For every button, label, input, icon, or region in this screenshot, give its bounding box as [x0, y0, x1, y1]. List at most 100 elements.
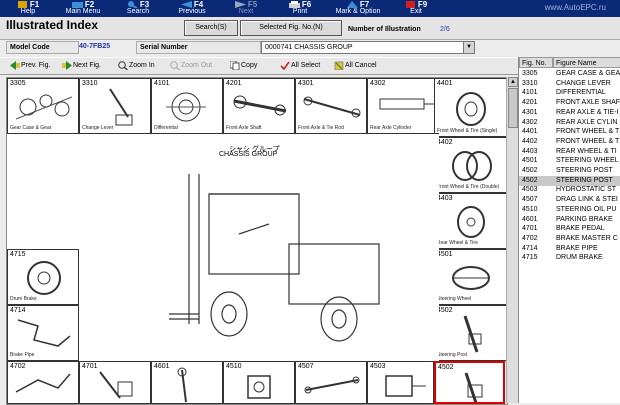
table-row[interactable]: 4301 REAR AXLE & TIE-I — [519, 108, 620, 118]
figure-name-cell: BRAKE MASTER C — [556, 234, 618, 242]
table-row[interactable]: 4701 BRAKE PEDAL — [519, 224, 620, 234]
search-icon — [127, 1, 138, 9]
f1-help-button[interactable]: F1 Help — [8, 0, 48, 17]
zoom-in-button[interactable]: Zoom In — [118, 59, 155, 72]
all-select-button[interactable]: All Select — [280, 59, 320, 72]
figure-thumbnail-4302[interactable]: 4302 Rear Axle Cylinder — [367, 78, 439, 134]
figure-thumbnail-3310[interactable]: 3310 Change Lever — [79, 78, 151, 134]
chevron-down-icon[interactable]: ▼ — [463, 42, 474, 53]
help-icon — [17, 1, 28, 8]
figure-name-cell: STEERING POST — [556, 176, 613, 184]
f5-next-button[interactable]: F5 Next — [226, 0, 266, 17]
f4-previous-button[interactable]: F4 Previous — [172, 0, 212, 17]
all-cancel-button[interactable]: All Cancel — [334, 59, 377, 72]
fig-no-cell: 3310 — [522, 79, 538, 87]
fig-no-cell: 3305 — [522, 70, 538, 77]
figure-thumbnail-4507[interactable]: 4507 — [295, 361, 367, 404]
figure-thumbnail-4101[interactable]: 4101 Differential — [151, 78, 223, 134]
figure-thumbnail-4502-selected[interactable]: 4502 — [434, 361, 505, 404]
table-row[interactable]: 4502 STEERING POST — [519, 166, 620, 176]
fig-no-cell: 4502 — [522, 176, 538, 184]
figure-name-cell: REAR AXLE CYLIN — [556, 118, 618, 126]
figure-name-cell: REAR WHEEL & TI — [556, 147, 617, 155]
figure-thumbnail-4510[interactable]: 4510 — [223, 361, 295, 404]
table-row[interactable]: 4702 BRAKE MASTER C — [519, 234, 620, 244]
column-header-fig-no[interactable]: Fig. No. — [519, 57, 553, 68]
table-row[interactable]: 4101 DIFFERENTIAL — [519, 88, 620, 98]
fig-no-cell: 4501 — [522, 157, 538, 165]
copy-button[interactable]: Copy — [229, 59, 257, 72]
illustration-canvas[interactable]: 3305 Gear Case & Gear 3310 Change Lever … — [6, 77, 508, 405]
fig-no-cell: 4101 — [522, 89, 538, 97]
figure-name-cell: DRUM BRAKE — [556, 254, 603, 262]
figure-name-cell: REAR AXLE & TIE-I — [556, 108, 619, 116]
figure-toolbar: Prev. Fig. Next Fig. Zoom In Zoom Out Co… — [0, 57, 518, 75]
figure-thumbnail-3305[interactable]: 3305 Gear Case & Gear — [7, 78, 79, 134]
f7-mark-option-button[interactable]: F7 Mark & Option — [332, 0, 384, 17]
figure-thumbnail-4715[interactable]: 4715 Drum Brake — [7, 249, 79, 305]
figure-name-cell: DIFFERENTIAL — [556, 89, 606, 97]
function-key-bar: F1 Help F2 Main Menu F3 Search F4 Previo… — [0, 0, 620, 17]
table-row[interactable]: 4403 REAR WHEEL & TI — [519, 147, 620, 157]
table-row[interactable]: 3305 GEAR CASE & GEA — [519, 69, 620, 79]
zoom-out-button[interactable]: Zoom Out — [170, 59, 212, 72]
figure-thumbnail-4501[interactable]: 4501 Steering Wheel — [434, 249, 507, 305]
illustration-title: CHASSIS GROUP — [219, 151, 278, 158]
selected-fig-button[interactable]: Selected Fig. No.(N) — [240, 20, 342, 36]
figure-name-cell: DRAG LINK & STEI — [556, 196, 618, 204]
scroll-up-icon[interactable]: ▲ — [508, 77, 518, 87]
table-row[interactable]: 4510 STEERING OIL PU — [519, 205, 620, 215]
column-header-figure-name[interactable]: Figure Name — [553, 57, 620, 68]
f9-exit-button[interactable]: F9 Exit — [396, 0, 436, 17]
table-row[interactable]: 4601 PARKING BRAKE — [519, 215, 620, 225]
f3-search-button[interactable]: F3 Search — [118, 0, 158, 17]
figure-name-cell: FRONT WHEEL & T — [556, 128, 620, 136]
fig-no-cell: 4401 — [522, 128, 538, 136]
figure-name-cell: PARKING BRAKE — [556, 215, 613, 223]
fig-no-cell: 4701 — [522, 225, 538, 233]
figure-thumbnail-4503[interactable]: 4503 — [367, 361, 434, 404]
figure-thumbnail-4702[interactable]: 4702 — [7, 361, 79, 404]
figure-thumbnail-4301[interactable]: 4301 Front Axle & Tie Rod — [295, 78, 367, 134]
prev-fig-button[interactable]: Prev. Fig. — [10, 59, 50, 72]
fig-no-cell: 4302 — [522, 118, 538, 126]
figure-name-cell: FRONT AXLE SHAF — [556, 99, 620, 107]
forklift-drawing-icon — [169, 174, 380, 342]
print-icon — [288, 1, 300, 8]
f2-main-menu-button[interactable]: F2 Main Menu — [60, 0, 106, 17]
all-cancel-icon — [334, 61, 344, 70]
zoom-out-icon — [170, 60, 180, 71]
table-row[interactable]: 4201 FRONT AXLE SHAF — [519, 98, 620, 108]
figure-thumbnail-4401[interactable]: 4401 Front Wheel & Tire (Single) — [434, 78, 507, 137]
figure-thumbnail-4201[interactable]: 4201 Front Axle Shaft — [223, 78, 295, 134]
table-row[interactable]: 4507 DRAG LINK & STEI — [519, 195, 620, 205]
previous-icon — [180, 1, 192, 8]
table-row[interactable]: 3310 CHANGE LEVER — [519, 79, 620, 89]
table-row[interactable]: 4503 HYDROSTATIC ST — [519, 185, 620, 195]
figure-thumbnail-4502[interactable]: 4502 Steering Post — [434, 305, 507, 361]
table-row[interactable]: 4502 STEERING POST — [519, 175, 620, 186]
main-menu-icon — [71, 1, 83, 8]
scrollbar-thumb[interactable] — [508, 88, 518, 128]
figure-thumbnail-4701[interactable]: 4701 — [79, 361, 151, 404]
figure-thumbnail-4402[interactable]: 4402 Front Wheel & Tire (Double) — [434, 137, 507, 193]
table-row[interactable]: 4501 STEERING WHEEL — [519, 156, 620, 166]
table-row[interactable]: 4302 REAR AXLE CYLIN — [519, 118, 620, 128]
figure-thumbnail-4601[interactable]: 4601 — [151, 361, 223, 404]
figure-name-cell: BRAKE PIPE — [556, 244, 598, 252]
table-row[interactable]: 4402 FRONT WHEEL & T — [519, 137, 620, 147]
group-select[interactable]: 0000741 CHASSIS GROUP ▼ — [261, 41, 475, 54]
copy-icon — [229, 60, 240, 71]
table-row[interactable]: 4714 BRAKE PIPE — [519, 244, 620, 254]
model-code-value: 40-7FB25 — [79, 43, 111, 50]
fig-no-cell: 4510 — [522, 205, 538, 213]
figure-name-cell: FRONT WHEEL & T — [556, 137, 620, 145]
f6-print-button[interactable]: F6 Print — [280, 0, 320, 17]
search-button[interactable]: Search(S) — [184, 20, 238, 36]
next-fig-button[interactable]: Next Fig. — [62, 59, 101, 72]
figure-thumbnail-4403[interactable]: 4403 Rear Wheel & Tire — [434, 193, 507, 249]
table-row[interactable]: 4401 FRONT WHEEL & T — [519, 127, 620, 137]
figure-thumbnail-4714[interactable]: 4714 Brake Pipe — [7, 305, 79, 361]
table-row[interactable]: 4715 DRUM BRAKE — [519, 253, 620, 263]
mark-option-icon — [346, 1, 358, 8]
